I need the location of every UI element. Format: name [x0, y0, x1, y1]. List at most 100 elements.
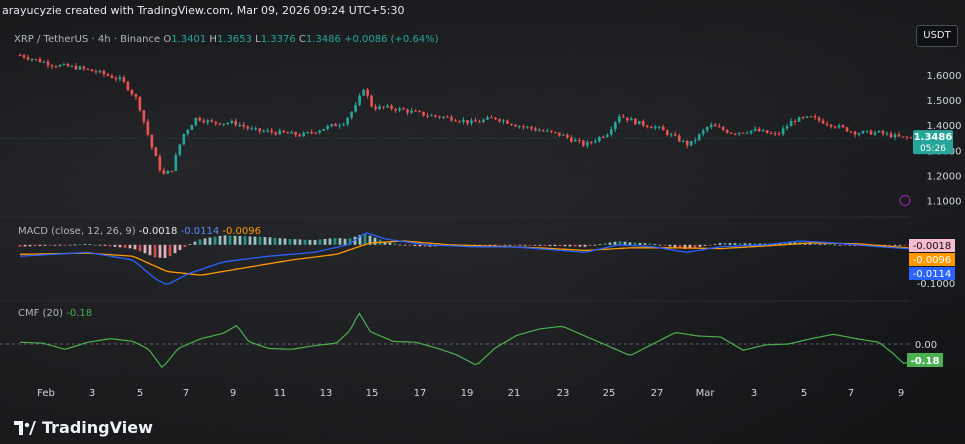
currency-button[interactable]: USDT	[916, 25, 958, 47]
candle-body	[134, 94, 138, 97]
candle-body	[174, 155, 178, 172]
candle-body	[594, 141, 597, 143]
macd-line	[19, 232, 916, 285]
candle-body	[733, 133, 737, 135]
candle-body	[749, 130, 753, 133]
candle-body	[705, 127, 709, 131]
candle-body	[82, 66, 86, 69]
time-axis-label: 21	[508, 388, 521, 399]
macd-histogram-bar	[648, 243, 652, 245]
candle-body	[893, 134, 897, 138]
macd-legend[interactable]: MACD (close, 12, 26, 9) -0.0018 -0.0114 …	[18, 226, 261, 237]
macd-histogram-bar	[303, 239, 307, 245]
candle-body	[909, 137, 913, 139]
tradingview-logo-icon	[14, 420, 36, 435]
macd-histogram-bar	[88, 244, 92, 246]
candle-body	[126, 81, 130, 91]
candle-body	[514, 124, 517, 127]
candle-body	[86, 68, 90, 70]
macd-histogram-bar	[573, 244, 577, 247]
symbol-legend[interactable]: XRP / TetherUS · 4h · Binance O1.3401 H1…	[14, 34, 439, 45]
candle-body	[542, 130, 545, 132]
macd-histogram-bar	[493, 244, 497, 246]
macd-histogram-bar	[243, 236, 247, 245]
macd-histogram-bar	[148, 244, 152, 256]
candle-body	[729, 132, 733, 134]
macd-histogram-bar	[553, 244, 557, 247]
candle-body	[230, 120, 234, 124]
candle-body	[66, 63, 70, 67]
candle-body	[414, 110, 417, 112]
candle-body	[789, 121, 793, 127]
candle-body	[386, 105, 389, 108]
brand-name: TradingView	[42, 418, 153, 437]
macd-histogram-bar	[73, 244, 77, 246]
candle-body	[222, 123, 226, 125]
macd-histogram-bar	[288, 238, 292, 245]
macd-histogram-bar	[113, 244, 117, 247]
macd-histogram-bar	[323, 238, 327, 245]
macd-histogram-bar	[638, 242, 642, 245]
candle-body	[442, 116, 445, 118]
macd-histogram-bar	[248, 236, 252, 245]
macd-histogram-bar	[123, 244, 127, 248]
time-axis-label: 15	[366, 388, 379, 399]
candle-body	[598, 136, 601, 142]
candle-body	[50, 65, 54, 67]
cmf-legend[interactable]: CMF (20) -0.18	[18, 308, 92, 319]
cmf-legend-value: -0.18	[66, 308, 93, 319]
candle-body	[773, 133, 777, 135]
macd-histogram-bar	[38, 244, 42, 246]
time-axis-label: 19	[461, 388, 474, 399]
macd-histogram-bar	[548, 244, 552, 246]
candle-body	[673, 134, 677, 136]
macd-histogram-bar	[703, 244, 707, 246]
candle-body	[182, 133, 186, 145]
candle-body	[46, 61, 50, 66]
candle-body	[685, 140, 689, 146]
price-badge-value: 1.3486	[914, 132, 953, 143]
candle-body	[138, 96, 142, 111]
macd-histogram-bar	[578, 244, 582, 247]
candle-body	[797, 117, 801, 122]
time-axis-label: 23	[557, 388, 570, 399]
candle-body	[98, 70, 102, 73]
candle-body	[306, 132, 309, 134]
candle-body	[190, 125, 194, 130]
candle-body	[845, 127, 849, 132]
candle-body	[286, 132, 289, 134]
candle-body	[446, 116, 449, 118]
candle-body	[30, 58, 34, 60]
candle-body	[538, 130, 541, 132]
macd-histogram-bar	[598, 244, 602, 246]
candle-body	[94, 71, 98, 73]
open-value: 1.3401	[171, 34, 207, 45]
candle-body	[530, 126, 533, 129]
macd-histogram-bar	[78, 244, 82, 246]
macd-histogram-bar	[373, 237, 377, 245]
macd-histogram-bar	[218, 235, 222, 245]
candle-body	[482, 119, 485, 122]
candle-body	[266, 130, 270, 132]
candle-body	[474, 120, 477, 122]
candle-body	[769, 133, 773, 135]
candle-body	[250, 128, 254, 130]
candle-body	[693, 139, 697, 142]
candle-body	[697, 134, 701, 140]
candle-body	[753, 128, 757, 131]
candle-body	[462, 120, 465, 122]
candle-body	[26, 57, 30, 60]
macd-histogram-bar	[343, 238, 347, 245]
macd-histogram-bar	[693, 244, 697, 248]
macd-histogram-bar	[518, 244, 522, 246]
chart-canvas[interactable]: 1.60001.50001.40001.30001.20001.10001.34…	[0, 0, 965, 444]
macd-histogram-bar	[183, 244, 187, 247]
candle-body	[669, 134, 673, 136]
symbol-name[interactable]: XRP / TetherUS · 4h · Binance	[14, 34, 160, 45]
candle-body	[582, 140, 585, 146]
candle-body	[897, 134, 901, 137]
candle-body	[610, 129, 613, 135]
candle-body	[170, 170, 174, 172]
macd-histogram-bar	[588, 244, 592, 246]
macd-badge-text: -0.0096	[913, 255, 952, 266]
